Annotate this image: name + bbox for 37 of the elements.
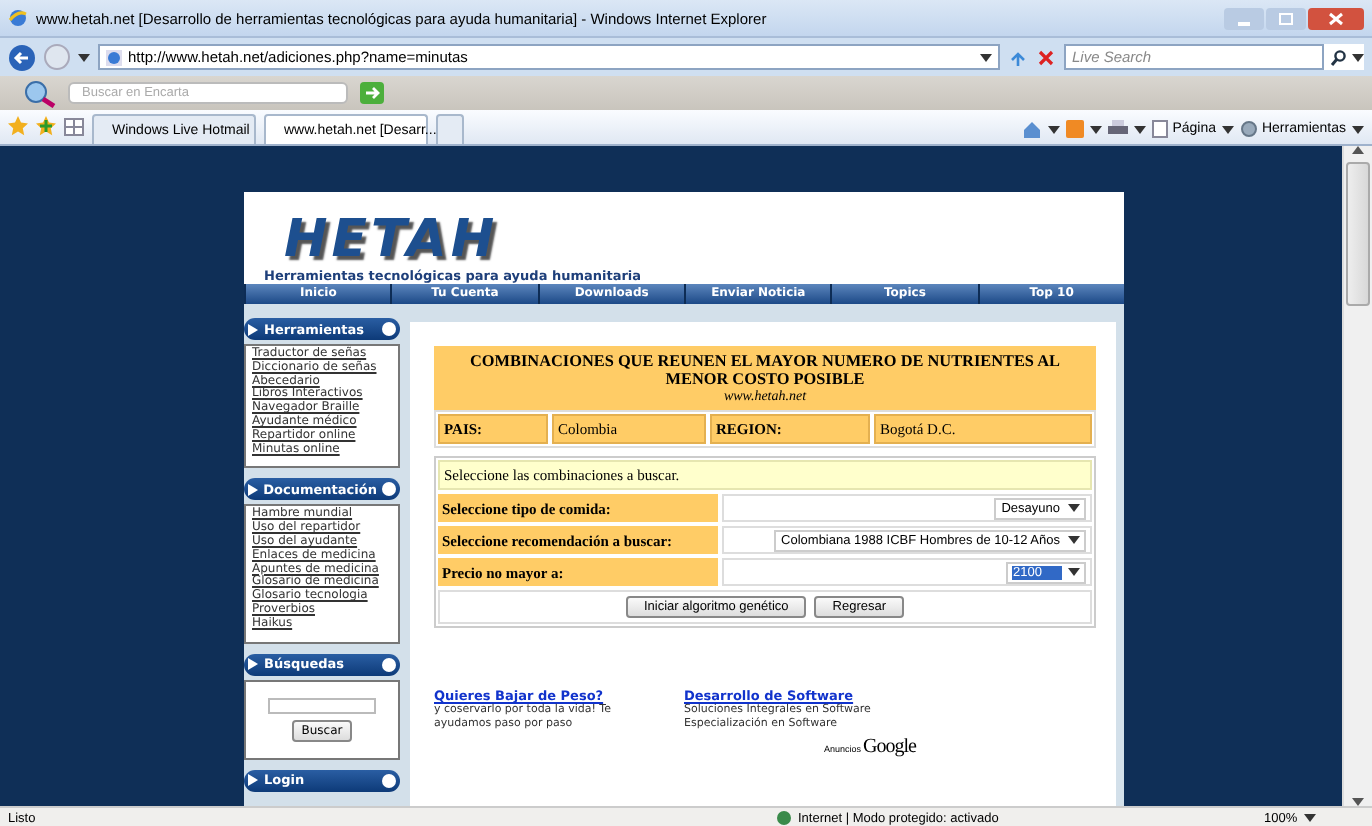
go-icon[interactable] (360, 82, 384, 104)
caret-icon[interactable] (1352, 53, 1364, 61)
arrow-icon (248, 774, 258, 787)
tab-grid-icon[interactable] (64, 118, 84, 136)
star-icon[interactable] (8, 116, 28, 136)
caret-icon[interactable] (78, 53, 90, 61)
caret-icon[interactable] (1134, 125, 1147, 133)
caret-icon[interactable] (1221, 125, 1234, 133)
browser-icon (8, 8, 28, 28)
caret-icon[interactable] (1352, 125, 1364, 133)
printer-icon[interactable] (1108, 120, 1129, 138)
arrow-icon (248, 483, 258, 496)
page-icon (106, 49, 122, 65)
arrow-icon (248, 658, 258, 671)
close-icon[interactable] (1308, 7, 1364, 29)
dot-icon (382, 773, 396, 788)
page-icon (1152, 120, 1169, 138)
search-field[interactable] (268, 697, 376, 714)
caret-icon[interactable] (1090, 125, 1103, 133)
add-favorite-icon[interactable] (36, 116, 56, 136)
dot-icon (382, 322, 396, 336)
stop-icon[interactable] (1036, 47, 1056, 67)
caret-icon[interactable] (1048, 125, 1061, 133)
caret-icon[interactable] (1303, 814, 1316, 822)
caret-icon[interactable] (1068, 504, 1080, 512)
back-icon[interactable] (8, 43, 36, 71)
scrollbar[interactable] (1342, 146, 1372, 806)
dot-icon (382, 657, 396, 672)
caret-icon[interactable] (1068, 536, 1080, 544)
caret-icon[interactable] (1068, 568, 1080, 576)
caret-icon[interactable] (980, 53, 992, 61)
magnifier-icon (24, 79, 56, 107)
google-wordmark[interactable]: Google (863, 736, 916, 758)
arrow-icon (248, 323, 258, 335)
scroll-thumb[interactable] (1346, 162, 1370, 306)
site-logo[interactable]: HETAH (284, 212, 499, 268)
search-icon[interactable] (1330, 49, 1346, 65)
